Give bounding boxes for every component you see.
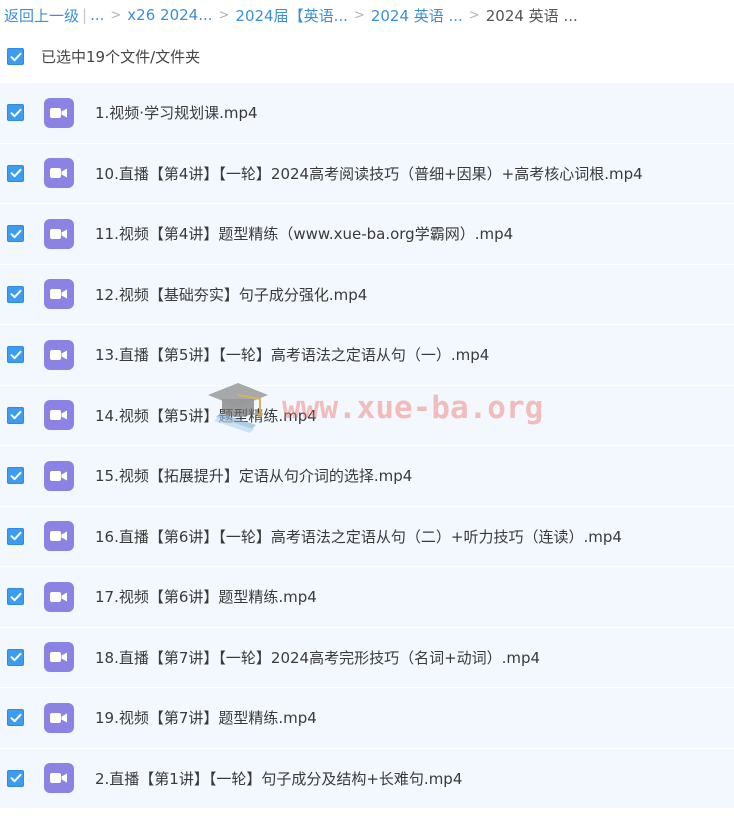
checkmark-icon xyxy=(10,471,21,480)
video-file-icon xyxy=(44,218,74,249)
file-checkbox[interactable] xyxy=(7,225,24,243)
file-row[interactable]: 12.视频【基础夯实】句子成分强化.mp4 xyxy=(0,264,734,325)
camera-icon xyxy=(50,652,67,663)
breadcrumb-current: 2024 英语 ... xyxy=(485,6,578,25)
file-name[interactable]: 16.直播【第6讲】【一轮】高考语法之定语从句（二）+听力技巧（连读）.mp4 xyxy=(95,526,622,547)
file-name[interactable]: 11.视频【第4讲】题型精练（www.xue-ba.org学霸网）.mp4 xyxy=(95,223,513,244)
video-file-icon xyxy=(44,339,74,370)
video-file-icon xyxy=(44,581,74,612)
file-name[interactable]: 14.视频【第5讲】题型精练.mp4 xyxy=(95,405,317,426)
file-checkbox[interactable] xyxy=(7,588,24,606)
back-link[interactable]: 返回上一级 xyxy=(4,5,79,26)
file-checkbox[interactable] xyxy=(7,406,24,424)
file-row[interactable]: 13.直播【第5讲】【一轮】高考语法之定语从句（一）.mp4 xyxy=(0,325,734,386)
checkmark-icon xyxy=(10,169,21,178)
video-file-icon xyxy=(44,158,74,189)
file-row[interactable]: 17.视频【第6讲】题型精练.mp4 xyxy=(0,567,734,628)
file-checkbox[interactable] xyxy=(7,104,24,122)
file-name[interactable]: 19.视频【第7讲】题型精练.mp4 xyxy=(95,707,317,728)
video-file-icon xyxy=(44,642,74,673)
file-checkbox[interactable] xyxy=(7,527,24,545)
file-row[interactable]: 14.视频【第5讲】题型精练.mp4 xyxy=(0,385,734,446)
file-name[interactable]: 12.视频【基础夯实】句子成分强化.mp4 xyxy=(95,284,367,305)
video-file-icon xyxy=(44,97,74,128)
chevron-right-icon: > xyxy=(110,7,122,23)
file-name[interactable]: 2.直播【第1讲】【一轮】句子成分及结构+长难句.mp4 xyxy=(95,768,462,789)
chevron-right-icon: > xyxy=(353,7,365,23)
checkmark-icon xyxy=(10,713,21,722)
camera-icon xyxy=(50,289,67,300)
camera-icon xyxy=(50,531,67,542)
file-row[interactable]: 1.视频·学习规划课.mp4 xyxy=(0,83,734,144)
checkmark-icon xyxy=(10,532,21,541)
camera-icon xyxy=(50,773,67,784)
file-row[interactable]: 16.直播【第6讲】【一轮】高考语法之定语从句（二）+听力技巧（连读）.mp4 xyxy=(0,506,734,567)
video-file-icon xyxy=(44,702,74,733)
camera-icon xyxy=(50,712,67,723)
file-checkbox[interactable] xyxy=(7,769,24,787)
checkmark-icon xyxy=(10,653,21,662)
file-row[interactable]: 2.直播【第1讲】【一轮】句子成分及结构+长难句.mp4 xyxy=(0,748,734,809)
breadcrumb-ellipsis[interactable]: ... xyxy=(90,6,104,24)
file-list: 1.视频·学习规划课.mp4 10.直播【第4讲】【一轮】2024高考阅读技巧（普… xyxy=(0,83,734,809)
camera-icon xyxy=(50,168,67,179)
file-name[interactable]: 1.视频·学习规划课.mp4 xyxy=(95,102,258,123)
file-name[interactable]: 10.直播【第4讲】【一轮】2024高考阅读技巧（普细+因果）+高考核心词根.m… xyxy=(95,163,643,184)
camera-icon xyxy=(50,591,67,602)
file-row[interactable]: 11.视频【第4讲】题型精练（www.xue-ba.org学霸网）.mp4 xyxy=(0,204,734,265)
camera-icon xyxy=(50,349,67,360)
file-row[interactable]: 10.直播【第4讲】【一轮】2024高考阅读技巧（普细+因果）+高考核心词根.m… xyxy=(0,143,734,204)
checkmark-icon xyxy=(10,774,21,783)
checkmark-icon xyxy=(10,350,21,359)
file-checkbox[interactable] xyxy=(7,467,24,485)
camera-icon xyxy=(50,107,67,118)
camera-icon xyxy=(50,470,67,481)
file-checkbox[interactable] xyxy=(7,285,24,303)
file-row[interactable]: 19.视频【第7讲】题型精练.mp4 xyxy=(0,688,734,749)
select-all-checkbox[interactable] xyxy=(7,48,24,65)
file-name[interactable]: 13.直播【第5讲】【一轮】高考语法之定语从句（一）.mp4 xyxy=(95,344,489,365)
chevron-right-icon: > xyxy=(218,7,230,23)
video-file-icon xyxy=(44,521,74,552)
file-checkbox[interactable] xyxy=(7,709,24,727)
checkmark-icon xyxy=(10,108,21,117)
chevron-right-icon: > xyxy=(468,7,480,23)
selection-summary: 已选中19个文件/文件夹 xyxy=(41,48,201,66)
file-name[interactable]: 15.视频【拓展提升】定语从句介词的选择.mp4 xyxy=(95,465,412,486)
checkmark-icon xyxy=(10,592,21,601)
file-row[interactable]: 15.视频【拓展提升】定语从句介词的选择.mp4 xyxy=(0,446,734,507)
video-file-icon xyxy=(44,763,74,794)
file-name[interactable]: 18.直播【第7讲】【一轮】2024高考完形技巧（名词+动词）.mp4 xyxy=(95,647,540,668)
camera-icon xyxy=(50,410,67,421)
breadcrumb: 返回上一级 | ... > x26 2024... > 2024届【英语... … xyxy=(0,0,734,30)
checkmark-icon xyxy=(10,52,21,61)
file-checkbox[interactable] xyxy=(7,346,24,364)
file-browser: 返回上一级 | ... > x26 2024... > 2024届【英语... … xyxy=(0,0,734,819)
breadcrumb-item[interactable]: 2024 英语 ... xyxy=(371,5,463,26)
breadcrumb-item[interactable]: 2024届【英语... xyxy=(235,5,347,26)
checkmark-icon xyxy=(10,411,21,420)
camera-icon xyxy=(50,228,67,239)
file-checkbox[interactable] xyxy=(7,648,24,666)
file-row[interactable]: 18.直播【第7讲】【一轮】2024高考完形技巧（名词+动词）.mp4 xyxy=(0,627,734,688)
file-checkbox[interactable] xyxy=(7,164,24,182)
selection-bar: 已选中19个文件/文件夹 xyxy=(0,30,734,83)
breadcrumb-item[interactable]: x26 2024... xyxy=(127,6,212,24)
video-file-icon xyxy=(44,279,74,310)
checkmark-icon xyxy=(10,290,21,299)
video-file-icon xyxy=(44,400,74,431)
checkmark-icon xyxy=(10,229,21,238)
breadcrumb-divider: | xyxy=(82,6,88,24)
file-name[interactable]: 17.视频【第6讲】题型精练.mp4 xyxy=(95,586,317,607)
video-file-icon xyxy=(44,460,74,491)
